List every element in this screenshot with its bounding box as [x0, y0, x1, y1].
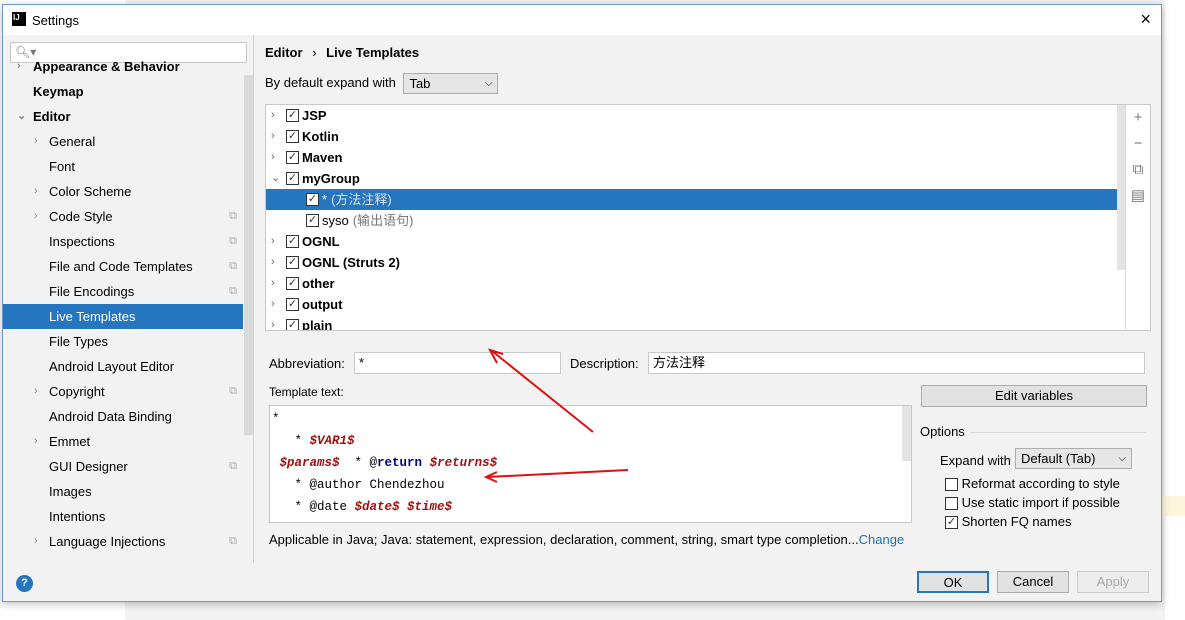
- annotation-arrows: [483, 348, 629, 483]
- annotation-arrow-abbreviation: [491, 350, 594, 433]
- annotation-arrow-template: [486, 469, 629, 478]
- arrowhead: [487, 348, 504, 364]
